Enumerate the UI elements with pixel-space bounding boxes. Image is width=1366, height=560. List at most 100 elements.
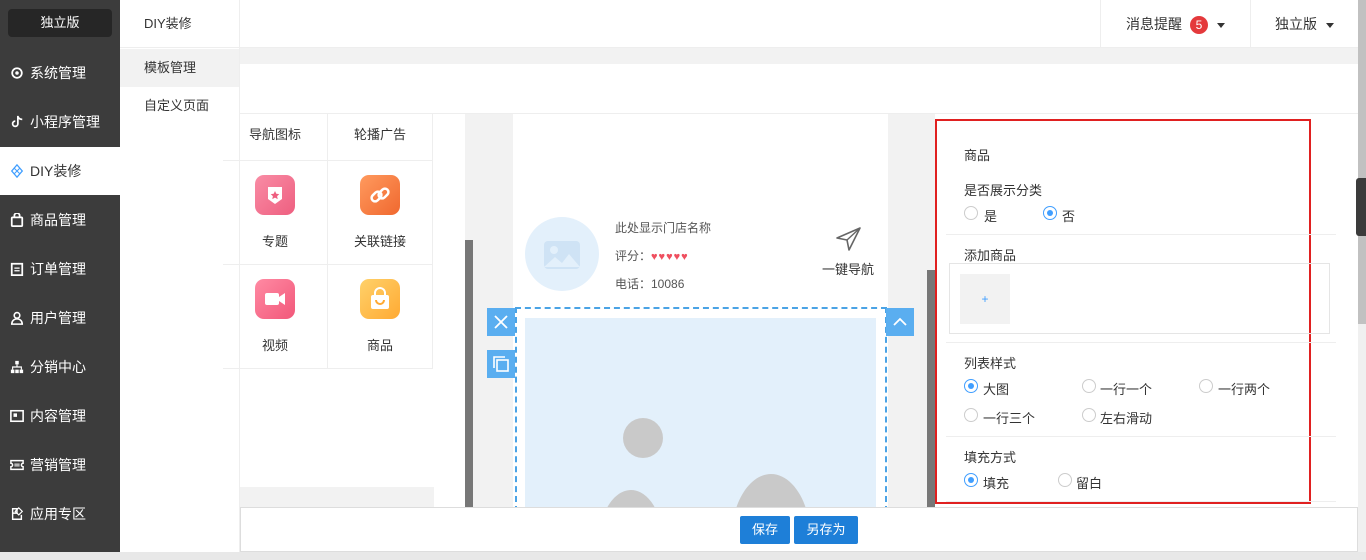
store-avatar-placeholder bbox=[525, 217, 599, 291]
component-link[interactable]: 关联链接 bbox=[328, 161, 433, 265]
scrollbar-thumb[interactable] bbox=[1358, 0, 1366, 324]
divider bbox=[946, 436, 1336, 437]
show-category-label: 是否展示分类 bbox=[964, 183, 1043, 198]
brand-label: 独立版 bbox=[8, 9, 112, 37]
sidebar-item-label: 分销中心 bbox=[30, 359, 86, 375]
navigation-icon bbox=[836, 227, 861, 251]
user-icon bbox=[10, 311, 24, 325]
radio-label: 大图 bbox=[983, 382, 1010, 397]
header-divider bbox=[240, 48, 1358, 64]
topbar: 消息提醒 5 独立版 bbox=[240, 0, 1358, 48]
diamond-icon bbox=[10, 164, 24, 178]
sidebar-item-label: 内容管理 bbox=[30, 408, 86, 424]
sidebar-item-label: DIY装修 bbox=[30, 163, 82, 179]
settings-title: 商品 bbox=[964, 148, 991, 163]
preview-scrollbar-left[interactable] bbox=[465, 240, 473, 508]
sidebar-item-users[interactable]: 用户管理 bbox=[0, 294, 120, 342]
sidebar-item-label: 用户管理 bbox=[30, 310, 86, 326]
gear-icon bbox=[11, 67, 23, 79]
radio-list-style-one-per-row[interactable] bbox=[1082, 379, 1096, 393]
list-style-label: 列表样式 bbox=[964, 356, 1017, 371]
ticket-icon bbox=[10, 459, 24, 471]
floating-widget[interactable] bbox=[1356, 178, 1366, 236]
preview-scrollbar-right[interactable] bbox=[927, 270, 935, 508]
move-up-button[interactable] bbox=[886, 308, 914, 336]
bag-icon bbox=[10, 213, 24, 227]
subnav-item-custom-page[interactable]: 自定义页面 bbox=[120, 87, 239, 125]
divider bbox=[946, 501, 1336, 502]
copy-icon bbox=[493, 356, 509, 372]
subnav: DIY装修 模板管理 自定义页面 bbox=[120, 0, 240, 552]
component-panel: 导航图标 轮播广告 专题 关联链接 视频 商品 bbox=[223, 114, 434, 508]
sidebar-item-marketing[interactable]: 营销管理 bbox=[0, 441, 120, 489]
save-as-button[interactable]: 另存为 bbox=[794, 516, 858, 544]
add-goods-button[interactable]: + bbox=[960, 274, 1010, 324]
sidebar-item-label: 应用专区 bbox=[30, 506, 86, 522]
radio-label: 左右滑动 bbox=[1100, 411, 1153, 426]
divider bbox=[946, 342, 1336, 343]
sidebar-item-miniprogram[interactable]: 小程序管理 bbox=[0, 98, 120, 146]
radio-show-category-yes[interactable] bbox=[964, 206, 978, 220]
navigation-label: 一键导航 bbox=[821, 262, 874, 277]
chevron-up-icon bbox=[893, 317, 907, 326]
subnav-title: DIY装修 bbox=[120, 0, 239, 48]
component-goods[interactable]: 商品 bbox=[328, 265, 433, 369]
sidebar-item-content[interactable]: 内容管理 bbox=[0, 392, 120, 440]
sidebar-item-goods[interactable]: 商品管理 bbox=[0, 196, 120, 244]
component-label: 导航图标 bbox=[248, 127, 301, 142]
component-label: 商品 bbox=[366, 338, 393, 353]
radio-fill-mode-fill[interactable] bbox=[964, 473, 978, 487]
rating-label: 评分： bbox=[615, 249, 652, 263]
component-nav-icons[interactable]: 导航图标 bbox=[223, 114, 328, 161]
sidebar-item-distribution[interactable]: 分销中心 bbox=[0, 343, 120, 391]
radio-label: 否 bbox=[1062, 209, 1076, 224]
goods-image-placeholder bbox=[525, 318, 876, 512]
radio-show-category-no[interactable] bbox=[1043, 206, 1057, 220]
sidebar-item-label: 商品管理 bbox=[30, 212, 86, 228]
radio-fill-mode-blank[interactable] bbox=[1058, 473, 1072, 487]
messages-dropdown[interactable]: 消息提醒 5 bbox=[1100, 0, 1250, 48]
component-label: 轮播广告 bbox=[353, 127, 406, 142]
sidebar-item-system[interactable]: 系统管理 bbox=[0, 49, 120, 97]
messages-label: 消息提醒 bbox=[1126, 16, 1182, 32]
hierarchy-icon bbox=[10, 360, 24, 374]
tiktok-icon bbox=[11, 115, 23, 128]
radio-list-style-three-per-row[interactable] bbox=[964, 408, 978, 422]
component-panel-footer bbox=[240, 487, 434, 508]
sidebar-item-diy[interactable]: DIY装修 bbox=[0, 147, 120, 195]
radio-list-style-two-per-row[interactable] bbox=[1199, 379, 1213, 393]
radio-label: 一行三个 bbox=[983, 411, 1036, 426]
subnav-item-template[interactable]: 模板管理 bbox=[120, 49, 239, 87]
component-label: 关联链接 bbox=[353, 234, 406, 249]
sidebar-item-label: 订单管理 bbox=[30, 261, 86, 277]
component-video[interactable]: 视频 bbox=[223, 265, 328, 369]
shopping-bag-icon bbox=[360, 279, 400, 319]
sidebar-item-orders[interactable]: 订单管理 bbox=[0, 245, 120, 293]
divider bbox=[946, 234, 1336, 235]
clipboard-icon bbox=[10, 262, 24, 276]
radio-list-style-large[interactable] bbox=[964, 379, 978, 393]
radio-label: 是 bbox=[984, 209, 998, 224]
app-icon bbox=[11, 507, 24, 520]
fill-mode-label: 填充方式 bbox=[964, 450, 1017, 465]
sidebar-item-label: 小程序管理 bbox=[30, 114, 100, 130]
radio-label: 留白 bbox=[1076, 476, 1103, 491]
component-topic[interactable]: 专题 bbox=[223, 161, 328, 265]
close-icon bbox=[494, 315, 508, 329]
component-label: 视频 bbox=[261, 338, 288, 353]
sidebar-item-label: 营销管理 bbox=[30, 457, 86, 473]
version-dropdown[interactable]: 独立版 bbox=[1250, 0, 1358, 48]
sidebar-item-label: 系统管理 bbox=[30, 65, 86, 81]
save-button[interactable]: 保存 bbox=[740, 516, 790, 544]
topic-icon bbox=[255, 175, 295, 215]
sidebar-item-apps[interactable]: 应用专区 bbox=[0, 490, 120, 538]
component-carousel[interactable]: 轮播广告 bbox=[328, 114, 433, 161]
one-click-navigation[interactable]: 一键导航 bbox=[818, 224, 878, 278]
radio-label: 一行两个 bbox=[1218, 382, 1271, 397]
radio-list-style-swipe[interactable] bbox=[1082, 408, 1096, 422]
copy-component-button[interactable] bbox=[487, 350, 515, 378]
page-scrollbar[interactable] bbox=[1358, 0, 1366, 560]
delete-component-button[interactable] bbox=[487, 308, 515, 336]
sidebar: 独立版 系统管理 小程序管理 DIY装修 商品管理 订单管理 用户管理 分销中心… bbox=[0, 0, 120, 560]
version-label: 独立版 bbox=[1275, 16, 1317, 32]
